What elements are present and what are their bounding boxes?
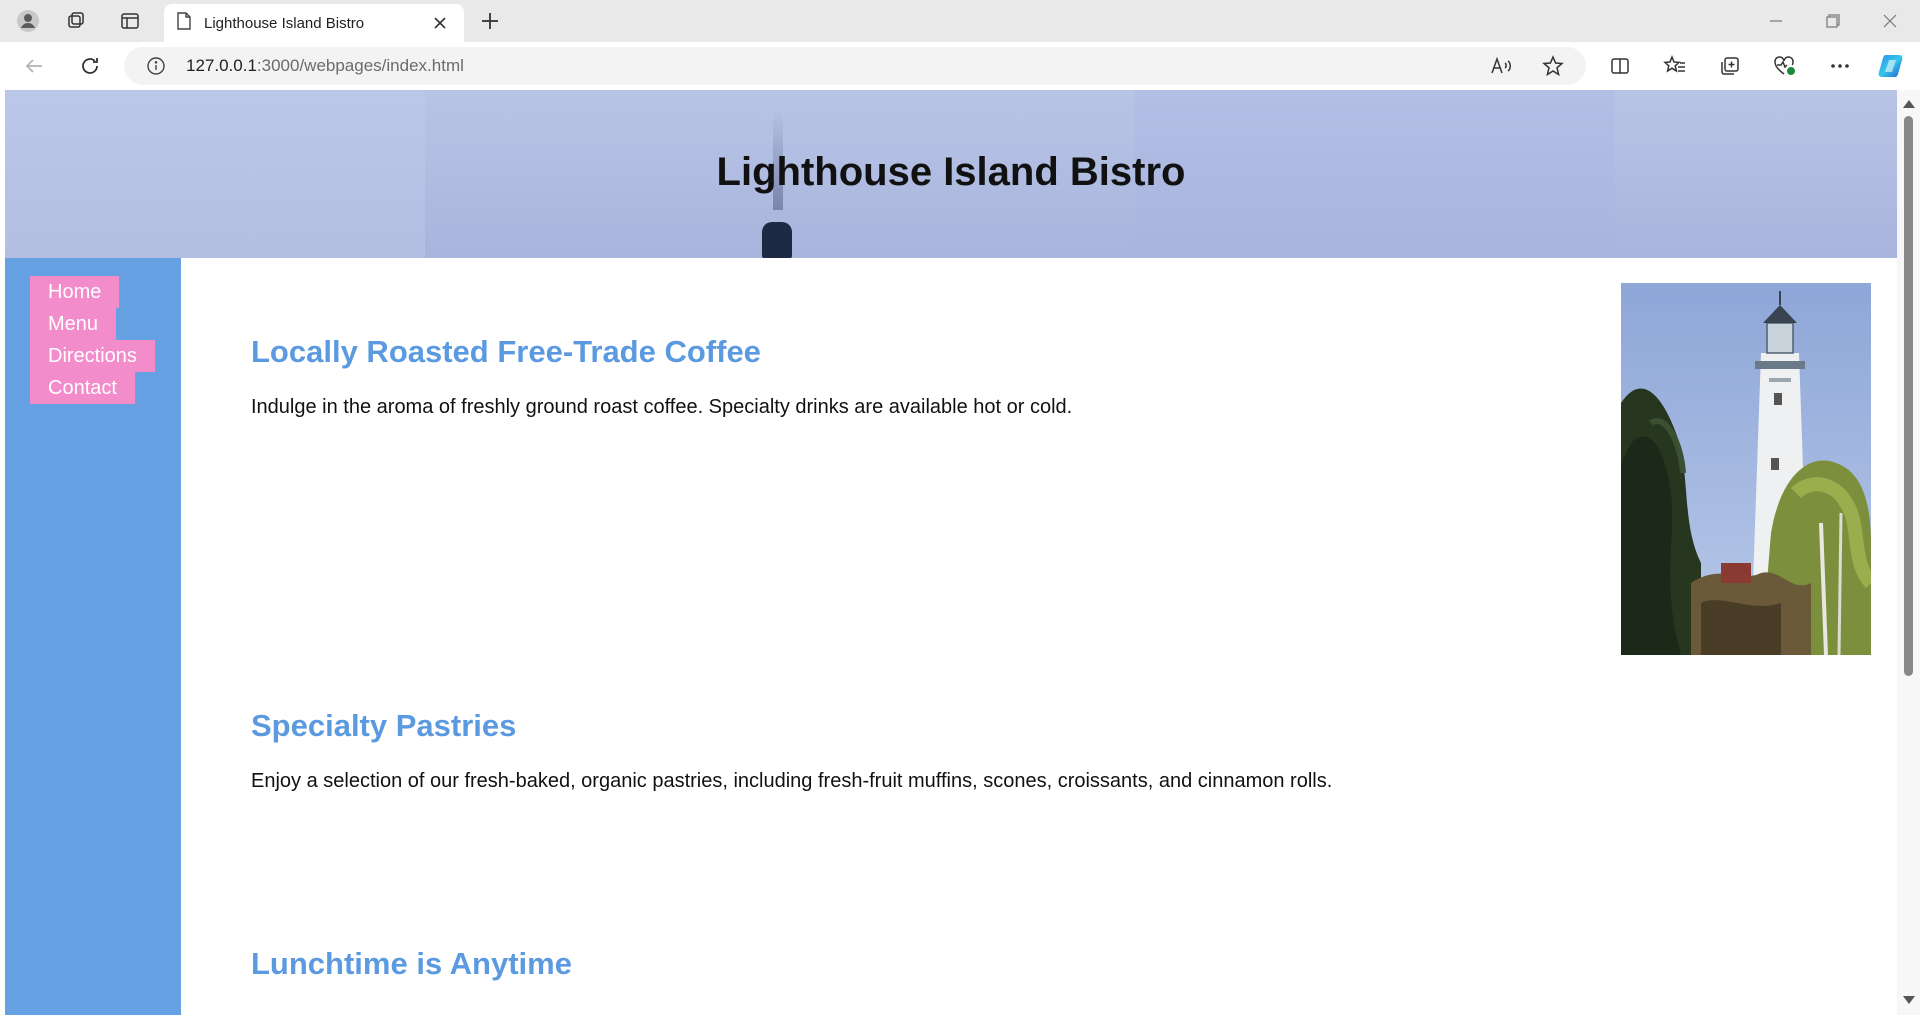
star-icon[interactable] <box>1542 55 1564 82</box>
scrollbar-thumb[interactable] <box>1904 116 1913 676</box>
tab-strip: Lighthouse Island Bistro <box>0 0 1920 42</box>
back-arrow-icon[interactable] <box>14 48 54 84</box>
refresh-icon[interactable] <box>70 48 110 84</box>
url-text[interactable]: 127.0.0.1:3000/webpages/index.html <box>186 56 464 76</box>
site-nav: Home Menu Directions Contact <box>30 276 155 404</box>
nav-directions[interactable]: Directions <box>30 340 155 372</box>
close-window-button[interactable] <box>1862 0 1918 42</box>
page-icon <box>176 11 192 35</box>
collections-icon[interactable] <box>1710 48 1750 84</box>
url-path: :3000/webpages/index.html <box>256 56 464 75</box>
restore-button[interactable] <box>1805 0 1861 42</box>
address-bar[interactable]: 127.0.0.1:3000/webpages/index.html <box>124 47 1586 85</box>
read-aloud-icon[interactable] <box>1490 56 1512 81</box>
vertical-tabs-icon[interactable] <box>112 4 148 38</box>
heart-pulse-icon[interactable] <box>1765 48 1805 84</box>
address-toolbar: 127.0.0.1:3000/webpages/index.html <box>0 42 1920 90</box>
site-title: Lighthouse Island Bistro <box>716 150 1186 194</box>
page-viewport: Lighthouse Island Bistro Home Menu Direc… <box>5 90 1897 1015</box>
section-text-pastries: Enjoy a selection of our fresh-baked, or… <box>251 770 1333 792</box>
new-tab-button[interactable] <box>472 6 508 36</box>
profile-icon[interactable] <box>10 4 46 38</box>
scroll-down-icon[interactable] <box>1903 996 1915 1004</box>
banner-lighthouse-lamp <box>762 222 792 258</box>
tab-title: Lighthouse Island Bistro <box>204 14 365 32</box>
info-icon[interactable] <box>146 56 166 81</box>
sidebar: Home Menu Directions Contact <box>5 258 181 1015</box>
section-text-coffee: Indulge in the aroma of freshly ground r… <box>251 396 1073 418</box>
close-icon[interactable] <box>428 11 452 35</box>
page-scrollbar[interactable] <box>1897 90 1920 1015</box>
section-heading-pastries: Specialty Pastries <box>251 708 517 743</box>
copilot-icon[interactable] <box>1872 48 1912 84</box>
section-heading-lunchtime: Lunchtime is Anytime <box>251 946 572 981</box>
more-icon[interactable] <box>1820 48 1860 84</box>
favorites-icon[interactable] <box>1655 48 1695 84</box>
browser-window: Lighthouse Island Bistro 127.0.0.1:3000/… <box>0 0 1920 1020</box>
plus-icon <box>482 13 498 29</box>
nav-home[interactable]: Home <box>30 276 120 308</box>
tab-lighthouse-island-bistro[interactable]: Lighthouse Island Bistro <box>164 4 464 42</box>
minimize-button[interactable] <box>1748 0 1804 42</box>
main-content: Locally Roasted Free-Trade Coffee Indulg… <box>181 258 1897 1015</box>
page-header-banner: Lighthouse Island Bistro <box>5 90 1897 258</box>
workspaces-icon[interactable] <box>58 4 94 38</box>
scroll-up-icon[interactable] <box>1903 100 1915 108</box>
split-screen-icon[interactable] <box>1600 48 1640 84</box>
nav-contact[interactable]: Contact <box>30 372 135 404</box>
url-host: 127.0.0.1 <box>186 56 257 75</box>
lighthouse-photo <box>1621 283 1871 655</box>
nav-menu[interactable]: Menu <box>30 308 117 340</box>
section-heading-coffee: Locally Roasted Free-Trade Coffee <box>251 334 761 369</box>
